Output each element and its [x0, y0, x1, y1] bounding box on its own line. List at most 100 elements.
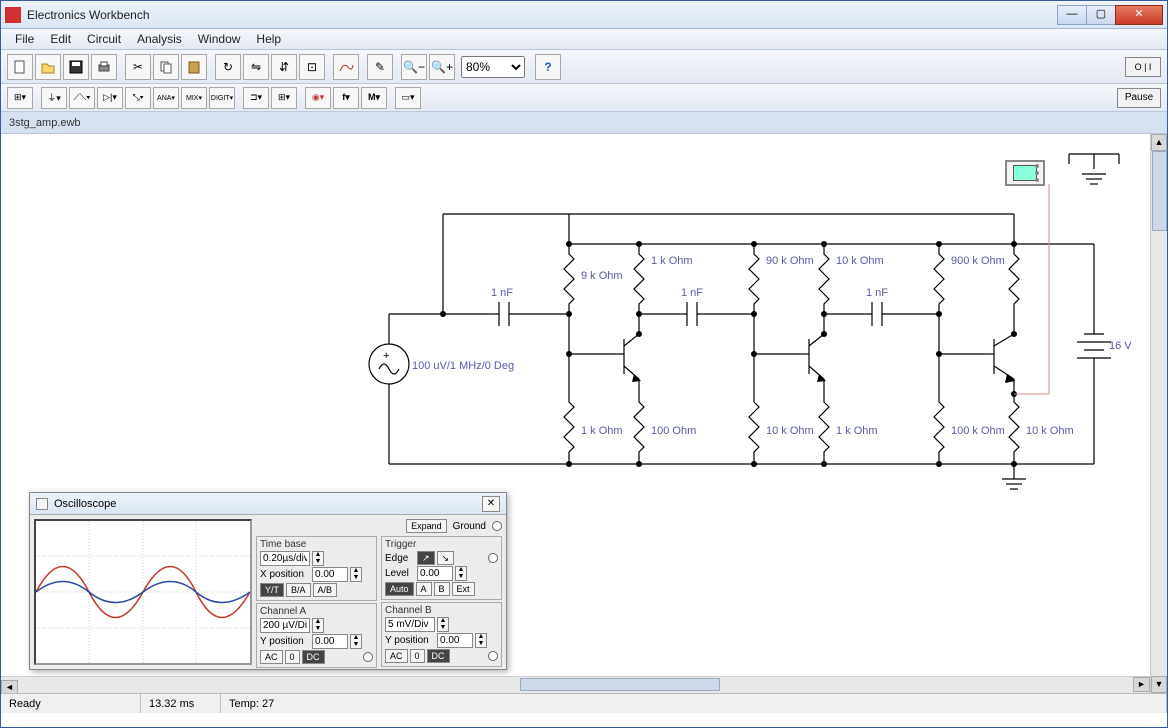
zero-a-button[interactable]: 0: [285, 650, 300, 664]
trigger-terminal[interactable]: [488, 553, 498, 563]
flip-v-button[interactable]: ⇵: [271, 54, 297, 80]
analog-ic-button[interactable]: ANA▾: [153, 87, 179, 109]
hscroll-thumb[interactable]: [520, 678, 720, 691]
pause-button[interactable]: Pause: [1117, 88, 1161, 108]
ground-terminal[interactable]: [492, 521, 502, 531]
zoom-out-button[interactable]: 🔍−: [401, 54, 427, 80]
xpos-input[interactable]: [312, 567, 348, 582]
menu-file[interactable]: File: [7, 30, 42, 48]
subcircuit-button[interactable]: ⊡: [299, 54, 325, 80]
minimize-button[interactable]: —: [1057, 5, 1087, 25]
zoom-in-button[interactable]: 🔍+: [429, 54, 455, 80]
menu-edit[interactable]: Edit: [42, 30, 79, 48]
diodes-button[interactable]: ▷|▾: [97, 87, 123, 109]
level-spinner[interactable]: ▲▼: [455, 566, 467, 581]
label-r3: 90 k Ohm: [766, 255, 814, 267]
component-props-button[interactable]: ✎: [367, 54, 393, 80]
ypos-a-input[interactable]: [312, 634, 348, 649]
basic-button[interactable]: ⟋⟍▾: [69, 87, 95, 109]
yt-button[interactable]: Y/T: [260, 583, 284, 597]
trig-a-button[interactable]: A: [416, 582, 432, 596]
open-button[interactable]: [35, 54, 61, 80]
xpos-spinner[interactable]: ▲▼: [350, 567, 362, 582]
oscilloscope-instrument[interactable]: [1005, 160, 1045, 186]
ch-a-scale-input[interactable]: [260, 618, 310, 633]
ch-b-scale-input[interactable]: [385, 617, 435, 632]
indicators-button[interactable]: ◉▾: [305, 87, 331, 109]
oscilloscope-close-button[interactable]: ✕: [482, 496, 500, 512]
graph-button[interactable]: [333, 54, 359, 80]
timebase-spinner[interactable]: ▲▼: [312, 551, 324, 566]
scroll-down-button[interactable]: ▼: [1151, 676, 1167, 693]
scroll-left-button[interactable]: ◄: [1, 680, 18, 693]
ext-button[interactable]: Ext: [452, 582, 475, 596]
digital-ic-button[interactable]: DIGIT▾: [209, 87, 235, 109]
label-r6: 1 k Ohm: [581, 425, 623, 437]
edge-rise-button[interactable]: ↗: [417, 551, 435, 565]
expand-button[interactable]: Expand: [406, 519, 447, 533]
level-label: Level: [385, 568, 415, 579]
vscroll-thumb[interactable]: [1152, 151, 1167, 231]
favorites-button[interactable]: ⊞▾: [7, 87, 33, 109]
edge-label: Edge: [385, 553, 415, 564]
ypos-a-spinner[interactable]: ▲▼: [350, 634, 362, 649]
cut-button[interactable]: ✂: [125, 54, 151, 80]
menu-circuit[interactable]: Circuit: [79, 30, 129, 48]
ac-b-button[interactable]: AC: [385, 649, 408, 663]
maximize-button[interactable]: ▢: [1086, 5, 1116, 25]
label-r8: 10 k Ohm: [766, 425, 814, 437]
rotate-button[interactable]: ↻: [215, 54, 241, 80]
paste-button[interactable]: [181, 54, 207, 80]
app-window: Electronics Workbench — ▢ ✕ File Edit Ci…: [0, 0, 1168, 728]
menu-window[interactable]: Window: [190, 30, 249, 48]
ch-a-terminal[interactable]: [363, 652, 373, 662]
timebase-input[interactable]: [260, 551, 310, 566]
transistors-button[interactable]: ⤡▾: [125, 87, 151, 109]
menu-analysis[interactable]: Analysis: [129, 30, 190, 48]
scroll-up-button[interactable]: ▲: [1151, 134, 1167, 151]
zero-b-button[interactable]: 0: [410, 649, 425, 663]
level-input[interactable]: [417, 566, 453, 581]
digital-button[interactable]: ⊞▾: [271, 87, 297, 109]
print-button[interactable]: [91, 54, 117, 80]
ab-button[interactable]: A/B: [313, 583, 338, 597]
misc-button[interactable]: M▾: [361, 87, 387, 109]
oscilloscope-panel: Oscilloscope ✕: [29, 492, 507, 670]
zoom-combo[interactable]: 80%: [461, 56, 525, 78]
logic-gates-button[interactable]: ⊐▾: [243, 87, 269, 109]
save-button[interactable]: [63, 54, 89, 80]
new-button[interactable]: [7, 54, 33, 80]
ba-button[interactable]: B/A: [286, 583, 311, 597]
instruments-button[interactable]: ▭▾: [395, 87, 421, 109]
dc-a-button[interactable]: DC: [302, 650, 325, 664]
oscilloscope-screen[interactable]: [34, 519, 252, 665]
ch-b-terminal[interactable]: [488, 651, 498, 661]
ac-a-button[interactable]: AC: [260, 650, 283, 664]
scroll-right-button[interactable]: ►: [1133, 677, 1150, 692]
ypos-b-input[interactable]: [437, 633, 473, 648]
sources-button[interactable]: ⏚▾: [41, 87, 67, 109]
label-r5: 900 k Ohm: [951, 255, 1005, 267]
label-source: 100 uV/1 MHz/0 Deg: [412, 360, 514, 372]
mixed-ic-button[interactable]: MIX▾: [181, 87, 207, 109]
controls-button[interactable]: f▾: [333, 87, 359, 109]
timebase-label: Time base: [260, 539, 373, 550]
trigger-label: Trigger: [385, 539, 498, 550]
edge-fall-button[interactable]: ↘: [437, 551, 455, 565]
oscilloscope-title-bar[interactable]: Oscilloscope ✕: [30, 493, 506, 515]
copy-button[interactable]: [153, 54, 179, 80]
trig-b-button[interactable]: B: [434, 582, 450, 596]
vertical-scrollbar[interactable]: ▲ ▼: [1150, 134, 1167, 693]
menu-help[interactable]: Help: [248, 30, 289, 48]
horizontal-scrollbar[interactable]: ◄ ►: [1, 676, 1150, 693]
auto-button[interactable]: Auto: [385, 582, 414, 596]
ch-b-scale-spinner[interactable]: ▲▼: [437, 617, 449, 632]
ypos-b-spinner[interactable]: ▲▼: [475, 633, 487, 648]
dc-b-button[interactable]: DC: [427, 649, 450, 663]
flip-h-button[interactable]: ⇋: [243, 54, 269, 80]
power-switch[interactable]: O | I: [1125, 57, 1161, 77]
close-button[interactable]: ✕: [1115, 5, 1163, 25]
ch-a-scale-spinner[interactable]: ▲▼: [312, 618, 324, 633]
help-button[interactable]: ?: [535, 54, 561, 80]
main-toolbar: ✂ ↻ ⇋ ⇵ ⊡ ✎ 🔍− 🔍+ 80% ? O | I: [1, 50, 1167, 84]
